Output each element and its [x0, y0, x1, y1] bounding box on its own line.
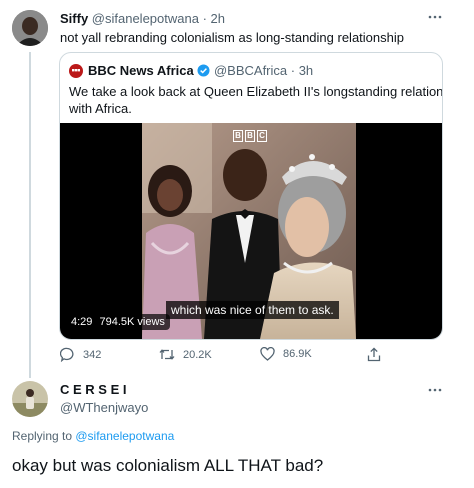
- share-icon: [367, 347, 381, 362]
- reply-author-name[interactable]: C E R S E I: [60, 382, 126, 397]
- quoted-author-name: BBC News Africa: [88, 63, 194, 78]
- quoted-text-line-1: We take a look back at Queen Elizabeth I…: [69, 84, 443, 99]
- avatar-cersei[interactable]: [12, 381, 48, 417]
- reply-count: 342: [83, 348, 102, 361]
- video-views: 794.5K views: [99, 316, 165, 328]
- quoted-tweet-card[interactable]: BBC News Africa @BBCAfrica · 3h We take …: [59, 52, 443, 340]
- heart-icon: [260, 347, 275, 361]
- tweet-time[interactable]: · 2h: [203, 11, 225, 26]
- replying-to-link[interactable]: @sifanelepotwana: [75, 429, 174, 443]
- share-button[interactable]: [367, 347, 381, 362]
- bbc-watermark: B B C: [233, 130, 267, 142]
- tweet-text: not yall rebranding colonialism as long-…: [60, 30, 404, 45]
- tweet-header: Siffy @sifanelepotwana · 2h: [60, 11, 225, 26]
- video-player[interactable]: B B C which was nice of them to ask. 4:2…: [60, 123, 442, 339]
- quoted-header: BBC News Africa @BBCAfrica · 3h: [88, 63, 313, 80]
- retweet-button[interactable]: 20.2K: [159, 347, 212, 362]
- reply-button[interactable]: 342: [60, 347, 101, 362]
- bbc-logo-letter: B: [245, 130, 255, 142]
- verified-badge-icon: [197, 64, 210, 80]
- avatar-siffy[interactable]: [12, 10, 48, 46]
- reply-icon: [60, 347, 75, 362]
- author-name[interactable]: Siffy: [60, 11, 88, 26]
- bbc-logo-letter: C: [257, 130, 267, 142]
- bbc-news-logo: [69, 64, 83, 78]
- reply-more-icon[interactable]: [428, 385, 442, 395]
- video-info-badge: 4:29 794.5K views: [66, 314, 170, 330]
- author-handle[interactable]: @sifanelepotwana: [92, 11, 199, 26]
- thread-connector-line: [29, 52, 31, 378]
- like-count: 86.9K: [283, 348, 312, 360]
- retweet-count: 20.2K: [183, 348, 212, 361]
- video-subtitle: which was nice of them to ask.: [166, 301, 339, 319]
- more-icon[interactable]: [428, 12, 442, 22]
- quoted-text-line-2: with Africa.: [69, 101, 132, 116]
- replying-to-label: Replying to: [12, 429, 76, 443]
- quoted-time: · 3h: [290, 63, 314, 78]
- video-duration: 4:29: [71, 316, 93, 328]
- retweet-icon: [159, 347, 175, 362]
- bbc-logo-letter: B: [233, 130, 243, 142]
- quoted-author-handle: @BBCAfrica: [213, 63, 288, 78]
- like-button[interactable]: 86.9K: [260, 347, 312, 361]
- replying-to-line: Replying to @sifanelepotwana: [12, 429, 174, 443]
- reply-author-handle[interactable]: @WThenjwayo: [60, 400, 148, 415]
- reply-text: okay but was colonialism ALL THAT bad?: [12, 456, 324, 475]
